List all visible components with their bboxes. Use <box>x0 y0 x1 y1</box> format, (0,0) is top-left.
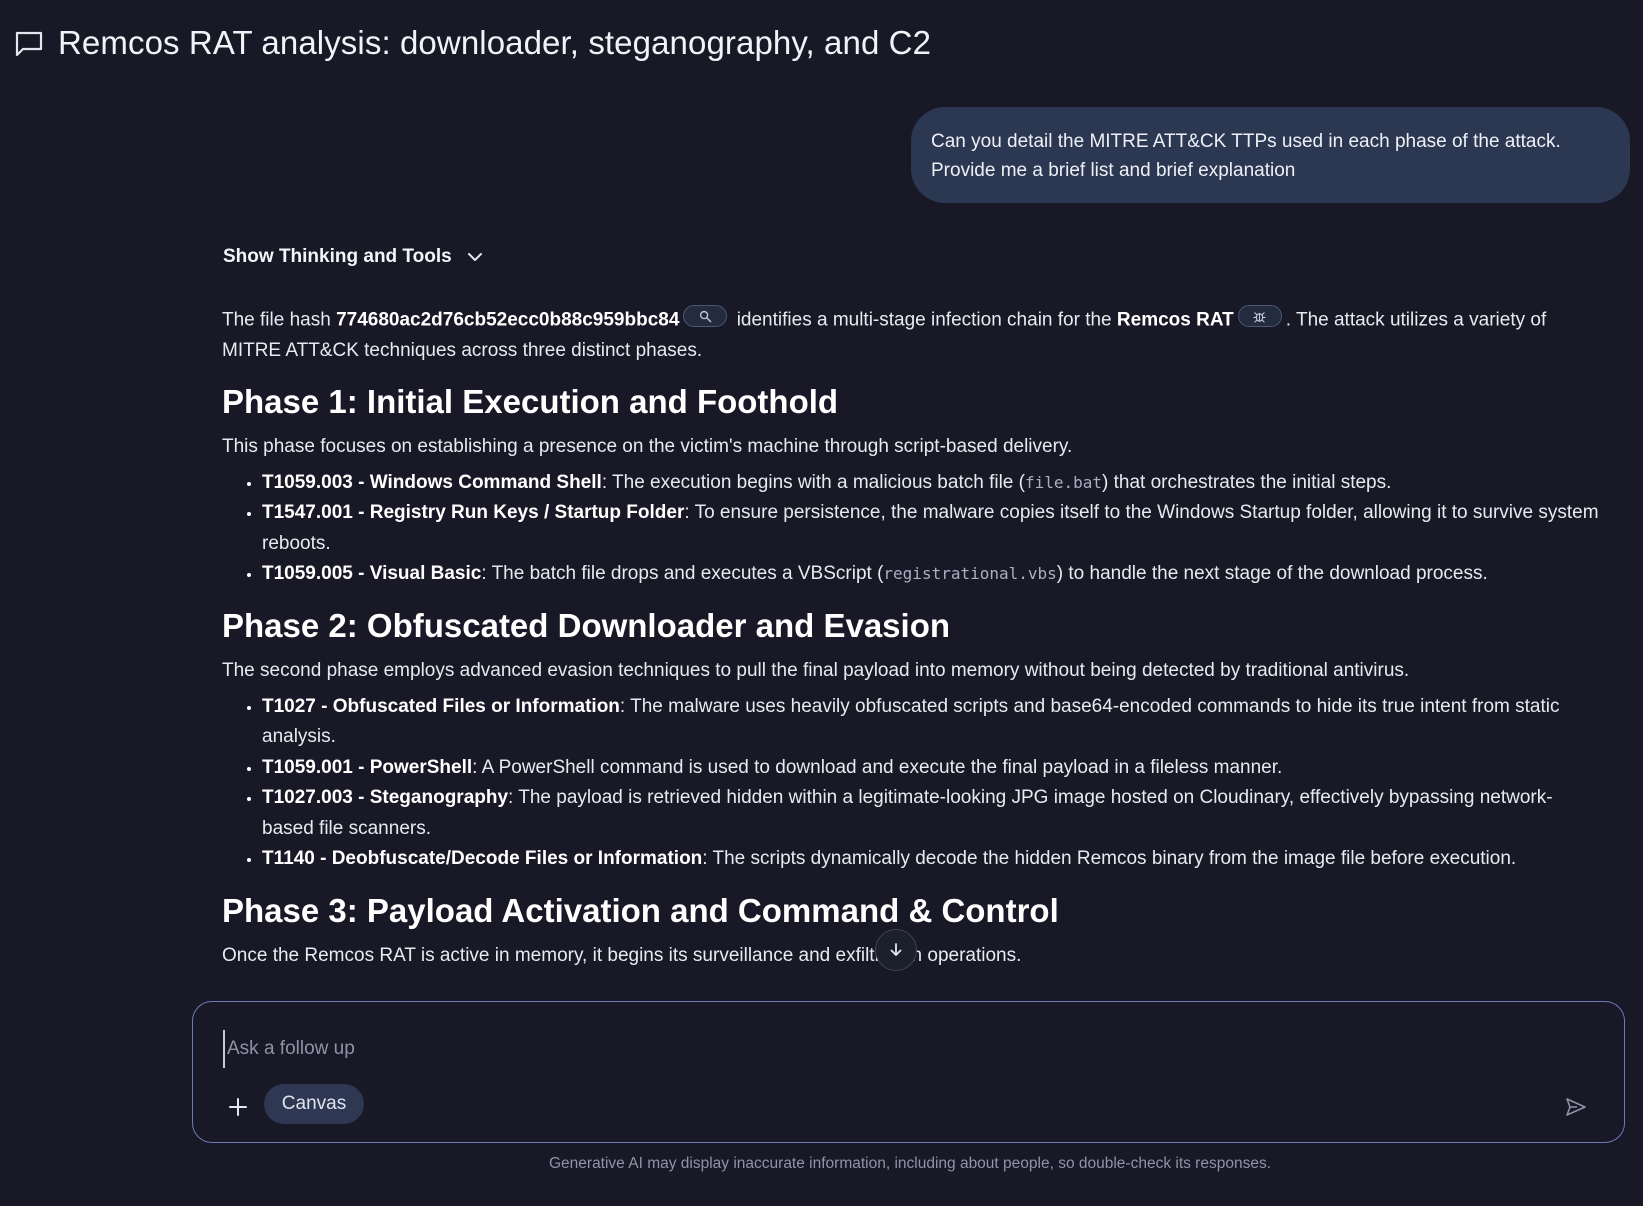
plus-icon[interactable] <box>227 1096 249 1118</box>
technique-text: : A PowerShell command is used to downlo… <box>472 756 1283 778</box>
scroll-to-bottom-button[interactable] <box>875 929 917 971</box>
phase-1-heading: Phase 1: Initial Execution and Foothold <box>222 382 839 420</box>
technique-text: : The execution begins with a malicious … <box>601 471 1025 493</box>
phase-2-heading: Phase 2: Obfuscated Downloader and Evasi… <box>222 606 951 644</box>
list-item: T1059.001 - PowerShell: A PowerShell com… <box>262 753 1602 784</box>
technique-id: T1059.001 - PowerShell <box>262 756 473 778</box>
technique-id: T1059.005 - Visual Basic <box>262 563 482 584</box>
intro-text-mid: identifies a multi-stage infection chain… <box>731 309 1117 331</box>
page-title: Remcos RAT analysis: downloader, stegano… <box>58 24 932 61</box>
technique-id: T1059.003 - Windows Command Shell <box>262 471 602 493</box>
chevron-down-icon <box>467 253 482 261</box>
technique-text: : The scripts dynamically decode the hid… <box>702 848 1517 869</box>
show-thinking-label: Show Thinking and Tools <box>223 246 452 267</box>
technique-text: ) that orchestrates the initial steps. <box>1102 471 1392 493</box>
canvas-label: Canvas <box>281 1093 347 1114</box>
technique-id: T1027.003 - Steganography <box>262 787 509 808</box>
file-hash: 774680ac2d76cb52ecc0b88c959bbc84 <box>336 309 680 331</box>
technique-text: ) to handle the next stage of the downlo… <box>1056 563 1488 584</box>
inline-code: file.bat <box>1024 472 1103 492</box>
technique-id: T1027 - Obfuscated Files or Information <box>262 695 620 717</box>
hash-lookup-chip[interactable] <box>683 305 728 327</box>
bug-icon <box>1253 311 1266 323</box>
inline-code: registrational.vbs <box>883 564 1057 583</box>
phase-1-list: T1059.003 - Windows Command Shell: The e… <box>222 468 1602 590</box>
search-icon <box>699 310 712 322</box>
malware-info-chip[interactable] <box>1237 305 1282 327</box>
technique-text: : The batch file drops and executes a VB… <box>481 563 884 584</box>
follow-up-input[interactable] <box>223 1030 1529 1068</box>
ai-disclaimer: Generative AI may display inaccurate inf… <box>548 1155 1272 1172</box>
list-item: T1027.003 - Steganography: The payload i… <box>262 783 1602 844</box>
phase-3-heading: Phase 3: Payload Activation and Command … <box>222 891 1059 929</box>
user-message-bubble: Can you detail the MITRE ATT&CK TTPs use… <box>911 107 1630 203</box>
technique-id: T1140 - Deobfuscate/Decode Files or Info… <box>262 848 703 869</box>
canvas-button[interactable]: Canvas <box>264 1084 364 1124</box>
show-thinking-toggle[interactable]: Show Thinking and Tools <box>223 246 484 268</box>
message-composer: Canvas <box>192 1001 1625 1143</box>
list-item: T1027 - Obfuscated Files or Information:… <box>262 692 1602 753</box>
arrow-down-icon <box>890 943 902 956</box>
malware-name: Remcos RAT <box>1116 309 1234 331</box>
user-message-text: Can you detail the MITRE ATT&CK TTPs use… <box>931 131 1561 181</box>
conversation-header: Remcos RAT analysis: downloader, stegano… <box>14 24 931 62</box>
assistant-answer: The file hash 774680ac2d76cb52ecc0b88c95… <box>222 305 1602 971</box>
chat-bubble-icon <box>14 28 44 58</box>
send-icon[interactable] <box>1564 1095 1588 1119</box>
list-item: T1059.003 - Windows Command Shell: The e… <box>262 468 1602 499</box>
technique-id: T1547.001 - Registry Run Keys / Startup … <box>262 502 685 523</box>
list-item: T1059.005 - Visual Basic: The batch file… <box>262 559 1602 590</box>
phase-2-list: T1027 - Obfuscated Files or Information:… <box>222 692 1602 875</box>
list-item: T1140 - Deobfuscate/Decode Files or Info… <box>262 844 1602 875</box>
phase-2-description: The second phase employs advanced evasio… <box>222 659 1410 681</box>
phase-1-description: This phase focuses on establishing a pre… <box>222 435 1073 457</box>
list-item: T1547.001 - Registry Run Keys / Startup … <box>262 498 1602 559</box>
intro-text-pre: The file hash <box>222 309 337 331</box>
answer-intro: The file hash 774680ac2d76cb52ecc0b88c95… <box>222 305 1602 366</box>
